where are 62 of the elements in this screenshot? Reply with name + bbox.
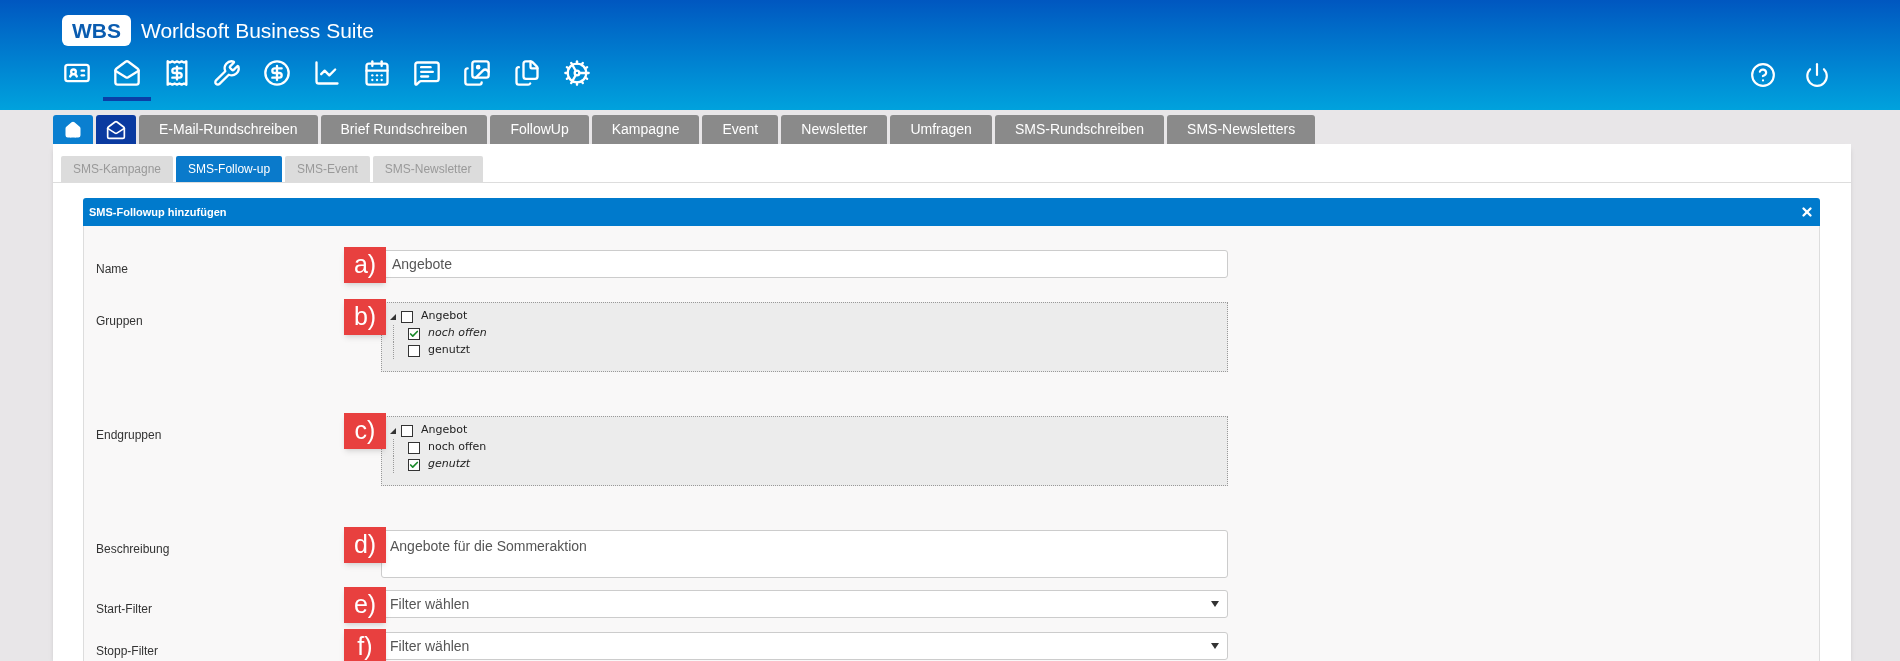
checkbox[interactable] <box>408 441 420 454</box>
checkbox[interactable] <box>408 458 420 471</box>
annotation-marker: a) <box>344 247 386 283</box>
checkbox[interactable] <box>408 327 420 340</box>
checkbox[interactable] <box>401 310 413 323</box>
settings-icon <box>563 58 591 87</box>
power-icon[interactable] <box>1804 62 1830 88</box>
dollar-icon <box>263 58 291 87</box>
tree-item-label[interactable]: Angebot <box>421 308 468 325</box>
description-text-area[interactable]: Angebote für die Sommeraktion <box>381 530 1228 578</box>
calendar-icon <box>363 58 391 87</box>
home-icon <box>64 120 82 139</box>
expand-triangle-icon[interactable] <box>390 427 396 434</box>
documents-icon <box>513 58 541 87</box>
tree-item-label[interactable]: noch offen <box>428 439 487 456</box>
field-label: Beschreibung <box>96 542 170 556</box>
message-icon <box>413 58 441 87</box>
tree-item-label[interactable]: Angebot <box>421 422 468 439</box>
app-logo: WBS <box>62 15 131 47</box>
sub-tab[interactable]: SMS-Newsletter <box>372 156 484 182</box>
module-tab[interactable]: Newsletter <box>781 115 888 144</box>
app-title: Worldsoft Business Suite <box>141 18 375 44</box>
field-label: Stopp-Filter <box>96 644 159 658</box>
field-label: Gruppen <box>96 314 143 328</box>
line-chart-icon <box>313 58 341 87</box>
annotation-marker: e) <box>344 587 386 623</box>
annotation-marker: b) <box>344 299 386 335</box>
checkbox[interactable] <box>408 344 420 357</box>
field-label: Name <box>96 262 128 276</box>
module-tab[interactable]: Umfragen <box>890 115 992 144</box>
help-icon[interactable] <box>1750 62 1776 88</box>
images-icon <box>463 58 491 87</box>
tree-item-label[interactable]: genutzt <box>428 456 471 473</box>
module-tab[interactable]: Event <box>702 115 779 144</box>
caret-icon <box>1211 601 1219 607</box>
caret-icon <box>1211 643 1219 649</box>
module-tab[interactable]: E-Mail-Rundschreiben <box>139 115 318 144</box>
annotation-marker: f) <box>344 629 386 661</box>
module-tab[interactable]: SMS-Newsletters <box>1167 115 1316 144</box>
wrench-icon <box>213 58 241 87</box>
module-button[interactable] <box>103 58 151 101</box>
tree-item-label[interactable]: noch offen <box>428 325 487 342</box>
field-label: Start-Filter <box>96 602 152 616</box>
sub-tab[interactable]: SMS-Event <box>285 156 370 182</box>
field-label: Endgruppen <box>96 428 162 442</box>
sub-tab[interactable]: SMS-Kampagne <box>61 156 174 182</box>
sub-tab[interactable]: SMS-Follow-up <box>176 156 283 182</box>
mail-icon <box>113 58 141 87</box>
expand-triangle-icon[interactable] <box>390 313 396 320</box>
tree-item-label[interactable]: genutzt <box>428 342 471 359</box>
module-tab[interactable]: Kampagne <box>591 115 700 144</box>
module-tab[interactable]: Brief Rundschreiben <box>320 115 488 144</box>
dialog-title: SMS-Followup hinzufügen <box>89 204 227 220</box>
close-icon[interactable] <box>1800 205 1814 219</box>
module-tab[interactable]: SMS-Rundschreiben <box>994 115 1165 144</box>
home-tab[interactable] <box>53 115 93 144</box>
checkbox[interactable] <box>401 424 413 437</box>
module-tab[interactable]: FollowUp <box>490 115 589 144</box>
mail-icon <box>106 119 126 140</box>
annotation-marker: c) <box>344 413 386 449</box>
mail-tab[interactable] <box>96 115 136 144</box>
annotation-marker: d) <box>344 527 386 563</box>
